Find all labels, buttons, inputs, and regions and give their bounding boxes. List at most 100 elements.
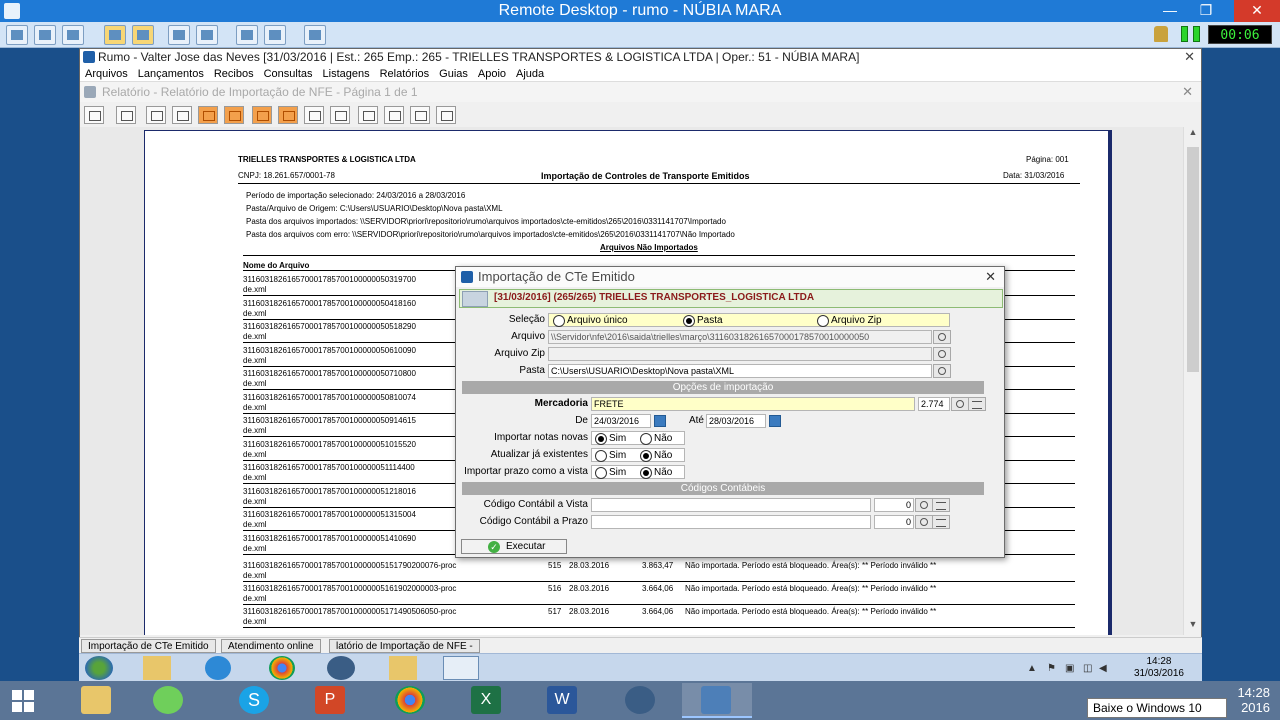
taskbar-word[interactable]: W <box>528 683 598 718</box>
app-icon[interactable] <box>327 656 355 680</box>
pasta-search-button[interactable] <box>933 364 951 378</box>
date-to-field[interactable]: 28/03/2016 <box>706 414 766 428</box>
scroll-down-icon[interactable]: ▼ <box>1184 619 1202 635</box>
toolbar-button-4[interactable] <box>104 25 126 45</box>
volume-icon[interactable]: ◀ <box>1099 663 1107 674</box>
menu-apoio[interactable]: Apoio <box>473 66 511 82</box>
prazo-cc-search-button[interactable] <box>915 515 933 529</box>
radio-existentes-sim[interactable]: Sim <box>595 450 626 462</box>
toolbar-button-2[interactable] <box>34 25 56 45</box>
menu-relatorios[interactable]: Relatórios <box>375 66 435 82</box>
radio-novas-sim[interactable]: Sim <box>595 433 626 445</box>
app-close-button[interactable]: ✕ <box>1184 49 1195 65</box>
taskbar-explorer[interactable] <box>62 683 132 718</box>
toolbar-button-5[interactable] <box>132 25 154 45</box>
toolbar-button-8[interactable] <box>236 25 258 45</box>
taskbar-powerpoint[interactable]: P <box>296 683 366 718</box>
date-from-field[interactable]: 24/03/2016 <box>591 414 651 428</box>
zip-field[interactable] <box>548 347 932 361</box>
minimize-button[interactable]: — <box>1152 0 1188 22</box>
view-button-2[interactable] <box>330 106 350 124</box>
taskbar-chrome[interactable] <box>376 683 446 718</box>
mercadoria-list-button[interactable] <box>968 397 986 411</box>
view-button-1[interactable] <box>304 106 324 124</box>
radio-arquivo-zip[interactable]: Arquivo Zip <box>817 315 882 327</box>
calendar-icon[interactable] <box>769 415 781 427</box>
close-button[interactable]: ✕ <box>1234 0 1280 22</box>
menu-arquivos[interactable]: Arquivos <box>80 66 133 82</box>
report-close-button[interactable]: ✕ <box>1182 82 1193 102</box>
rumo-taskbar-icon[interactable] <box>443 656 479 680</box>
taskbar-app-2[interactable] <box>606 683 676 718</box>
menu-recibos[interactable]: Recibos <box>209 66 259 82</box>
zoom-out-button[interactable] <box>436 106 456 124</box>
taskbar-app[interactable] <box>134 683 204 718</box>
prazo-cc-code-field[interactable]: 0 <box>874 515 914 529</box>
report-scrollbar[interactable]: ▲ ▼ <box>1183 127 1201 635</box>
view-button-3[interactable] <box>358 106 378 124</box>
taskbar-excel[interactable]: X <box>452 683 522 718</box>
restore-button[interactable]: ❐ <box>1188 0 1224 22</box>
toolbar-button-6[interactable] <box>168 25 190 45</box>
radio-novas-nao[interactable]: Não <box>640 433 672 445</box>
vista-code-field[interactable]: 0 <box>874 498 914 512</box>
tab-atendimento[interactable]: Atendimento online <box>221 639 321 653</box>
arquivo-field[interactable]: \\Servidor\nfe\2016\saida\trielles\março… <box>548 330 932 344</box>
execute-button[interactable]: ✓ Executar <box>461 539 567 554</box>
zoom-in-button[interactable] <box>410 106 430 124</box>
folder-icon[interactable] <box>143 656 171 680</box>
toolbar-button-3[interactable] <box>62 25 84 45</box>
menu-lancamentos[interactable]: Lançamentos <box>133 66 209 82</box>
menu-guias[interactable]: Guias <box>434 66 473 82</box>
print-button[interactable] <box>84 106 104 124</box>
mercadoria-field[interactable]: FRETE <box>591 397 915 411</box>
taskbar-skype[interactable]: S <box>220 683 290 718</box>
prazo-cc-list-button[interactable] <box>932 515 950 529</box>
tab-importacao-cte[interactable]: Importação de CTe Emitido <box>81 639 216 653</box>
menu-consultas[interactable]: Consultas <box>259 66 318 82</box>
arquivo-search-button[interactable] <box>933 330 951 344</box>
taskbar-remote-desktop[interactable] <box>682 683 752 718</box>
view-button-4[interactable] <box>384 106 404 124</box>
vista-list-button[interactable] <box>932 498 950 512</box>
previous-page-button[interactable] <box>224 106 244 124</box>
chrome-icon[interactable] <box>269 656 295 680</box>
radio-prazo-nao[interactable]: Não <box>640 467 672 479</box>
next-page-button[interactable] <box>252 106 272 124</box>
remote-start-icon[interactable] <box>85 656 113 680</box>
toolbar-button-1[interactable] <box>6 25 28 45</box>
tab-relatorio[interactable]: latório de Importação de NFE - <box>329 639 480 653</box>
toolbar-button-9[interactable] <box>264 25 286 45</box>
vista-field[interactable] <box>591 498 871 512</box>
tray-arrow-icon[interactable]: ▲ <box>1027 663 1037 674</box>
windows-start-icon[interactable] <box>12 690 34 712</box>
scrollbar-thumb[interactable] <box>1187 147 1199 372</box>
dialog-close-button[interactable]: ✕ <box>985 267 996 287</box>
flag-icon[interactable]: ⚑ <box>1047 663 1056 674</box>
first-page-button[interactable] <box>198 106 218 124</box>
radio-existentes-nao[interactable]: Não <box>640 450 672 462</box>
radio-prazo-sim[interactable]: Sim <box>595 467 626 479</box>
pasta-field[interactable]: C:\Users\USUARIO\Desktop\Nova pasta\XML <box>548 364 932 378</box>
radio-arquivo-unico[interactable]: Arquivo único <box>553 315 628 327</box>
pages-button[interactable] <box>146 106 166 124</box>
calendar-icon[interactable] <box>654 415 666 427</box>
zip-search-button[interactable] <box>933 347 951 361</box>
swap-icon[interactable] <box>462 291 488 307</box>
scroll-up-icon[interactable]: ▲ <box>1184 127 1202 143</box>
toolbar-button-7[interactable] <box>196 25 218 45</box>
radio-pasta[interactable]: Pasta <box>683 315 723 327</box>
menu-ajuda[interactable]: Ajuda <box>511 66 549 82</box>
toolbar-button-10[interactable] <box>304 25 326 45</box>
folder-icon[interactable] <box>389 656 417 680</box>
tray-icon[interactable]: ◫ <box>1083 663 1092 674</box>
mercadoria-search-button[interactable] <box>951 397 969 411</box>
search-button[interactable] <box>172 106 192 124</box>
vista-search-button[interactable] <box>915 498 933 512</box>
prazo-cc-field[interactable] <box>591 515 871 529</box>
ie-icon[interactable] <box>205 656 231 680</box>
export-button[interactable] <box>116 106 136 124</box>
mercadoria-code-field[interactable]: 2.774 <box>918 397 950 411</box>
menu-listagens[interactable]: Listagens <box>318 66 375 82</box>
last-page-button[interactable] <box>278 106 298 124</box>
